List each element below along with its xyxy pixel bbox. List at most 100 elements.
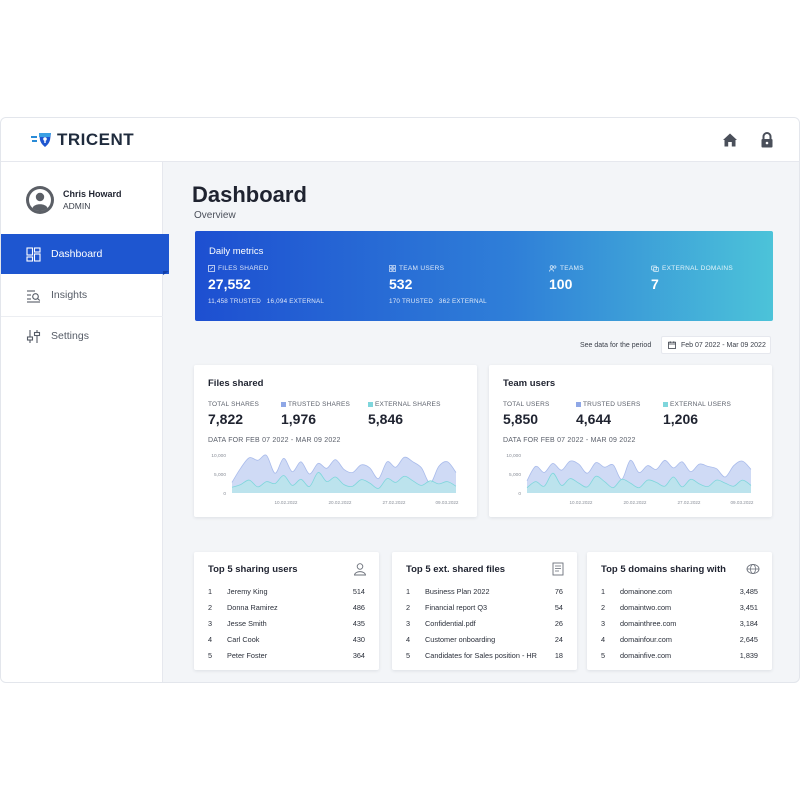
- brand-logo[interactable]: TRICENT: [31, 130, 134, 150]
- x-tick-label: 20.02.2022: [329, 500, 352, 505]
- stat-label: TOTAL USERS: [503, 401, 550, 408]
- stat-external-users: EXTERNAL USERS 1,206: [663, 401, 731, 427]
- team-users-card: Team users TOTAL USERS 5,850 TRUSTED USE…: [489, 365, 772, 517]
- y-tick-label: 5,000: [214, 472, 226, 478]
- stat-external-shares: EXTERNAL SHARES 5,846: [368, 401, 441, 427]
- list-item[interactable]: 3 Jesse Smith 435: [208, 619, 365, 629]
- top-bar: TRICENT: [1, 118, 799, 162]
- sidebar: Chris Howard ADMIN Dashboard Insights Se…: [1, 162, 169, 682]
- stat-label: TRUSTED USERS: [583, 401, 641, 408]
- data-range-caption: DATA FOR FEB 07 2022 - MAR 09 2022: [503, 437, 636, 444]
- user-name: Chris Howard: [63, 189, 122, 199]
- list-item[interactable]: 5 Candidates for Sales position - HR 18: [406, 651, 563, 661]
- globe-icon: [746, 564, 760, 574]
- nav-label-settings: Settings: [51, 330, 89, 342]
- list-item[interactable]: 4 Carl Cook 430: [208, 635, 365, 645]
- nav-active-tab-notch: [163, 271, 169, 275]
- metric-value: 27,552: [208, 276, 251, 292]
- dashboard-icon: [26, 246, 41, 262]
- stat-total-shares: TOTAL SHARES 7,822: [208, 401, 259, 427]
- tricent-shield-icon: [31, 133, 51, 147]
- brand-name: TRICENT: [57, 130, 135, 149]
- y-tick-label: 10,000: [211, 453, 226, 459]
- x-tick-label: 20.02.2022: [624, 500, 647, 505]
- legend-swatch-trusted: [281, 402, 286, 407]
- period-label: See data for the period: [580, 342, 652, 349]
- metric-value: 7: [651, 276, 659, 292]
- list-item[interactable]: 4 Customer onboarding 24: [406, 635, 563, 645]
- y-tick-label: 5,000: [509, 472, 521, 478]
- nav-label-dashboard: Dashboard: [51, 248, 103, 260]
- card-title: Team users: [503, 378, 556, 389]
- metric-label: TEAMS: [560, 265, 584, 272]
- list-item[interactable]: 5 Peter Foster 364: [208, 651, 365, 661]
- list-item[interactable]: 5 domainfive.com 1,839: [601, 651, 758, 661]
- metric-team-users: TEAM USERS 532 170 TRUSTED 362 EXTERNAL: [389, 265, 487, 305]
- x-tick-label: 09.03.2022: [731, 500, 754, 505]
- daily-metrics-title: Daily metrics: [209, 246, 264, 257]
- list-item[interactable]: 2 Financial report Q3 54: [406, 603, 563, 613]
- stat-value: 1,206: [663, 411, 699, 427]
- user-icon: [353, 563, 367, 576]
- x-tick-label: 27.02.2022: [678, 500, 701, 505]
- nav-label-insights: Insights: [51, 289, 88, 301]
- metric-value: 100: [549, 276, 573, 292]
- stat-trusted-shares: TRUSTED SHARES 1,976: [281, 401, 350, 427]
- x-tick-label: 10.02.2022: [570, 500, 593, 505]
- metric-teams: TEAMS 100: [549, 265, 584, 292]
- user-role: ADMIN: [63, 201, 91, 211]
- nav-item-dashboard[interactable]: Dashboard: [1, 234, 169, 274]
- list-item[interactable]: 1 Jeremy King 514: [208, 587, 365, 597]
- metric-sub: 11,458 TRUSTED 16,094 EXTERNAL: [208, 298, 325, 305]
- teams-icon: [549, 265, 557, 272]
- legend-swatch-trusted: [576, 402, 581, 407]
- stat-label: TOTAL SHARES: [208, 401, 260, 408]
- list-item[interactable]: 3 domainthree.com 3,184: [601, 619, 758, 629]
- card-title: Top 5 domains sharing with: [601, 564, 726, 575]
- user-profile[interactable]: Chris Howard ADMIN: [26, 186, 122, 214]
- stat-label: EXTERNAL USERS: [670, 401, 732, 408]
- lock-icon[interactable]: [757, 130, 777, 150]
- x-tick-label: 10.02.2022: [275, 500, 298, 505]
- document-icon: [552, 562, 564, 576]
- files-shared-card: Files shared TOTAL SHARES 7,822 TRUSTED …: [194, 365, 477, 517]
- page-subtitle: Overview: [194, 210, 236, 221]
- metric-external-domains: EXTERNAL DOMAINS 7: [651, 265, 733, 292]
- home-icon[interactable]: [720, 130, 740, 150]
- metric-label: FILES SHARED: [218, 265, 269, 272]
- date-range-picker[interactable]: Feb 07 2022 - Mar 09 2022: [661, 336, 771, 354]
- nav-item-settings[interactable]: Settings: [1, 316, 163, 356]
- settings-icon: [26, 329, 41, 343]
- stat-value: 5,846: [368, 411, 404, 427]
- card-title: Files shared: [208, 378, 264, 389]
- calendar-icon: [668, 341, 676, 349]
- list-item[interactable]: 1 domainone.com 3,485: [601, 587, 758, 597]
- list-item[interactable]: 2 Donna Ramirez 486: [208, 603, 365, 613]
- legend-swatch-external: [663, 402, 668, 407]
- list-item[interactable]: 3 Confidential.pdf 26: [406, 619, 563, 629]
- list-item[interactable]: 1 Business Plan 2022 76: [406, 587, 563, 597]
- metric-label: EXTERNAL DOMAINS: [662, 265, 734, 272]
- y-tick-label: 0: [518, 491, 521, 497]
- files-shared-chart: 10,000 5,000 0 10.02.2022 20.02.2022 27.02.20…: [211, 453, 459, 505]
- metric-sub: 170 TRUSTED 362 EXTERNAL: [389, 298, 487, 305]
- stat-label: EXTERNAL SHARES: [375, 401, 441, 408]
- top-domains-card: Top 5 domains sharing with 1 domainone.co…: [587, 552, 772, 670]
- x-tick-label: 09.03.2022: [436, 500, 459, 505]
- nav-item-insights[interactable]: Insights: [1, 275, 163, 315]
- y-tick-label: 0: [223, 491, 226, 497]
- stat-trusted-users: TRUSTED USERS 4,644: [576, 401, 641, 427]
- avatar: [26, 186, 54, 214]
- page-title: Dashboard: [192, 182, 307, 207]
- stat-total-users: TOTAL USERS 5,850: [503, 401, 550, 427]
- legend-swatch-external: [368, 402, 373, 407]
- stat-value: 1,976: [281, 411, 317, 427]
- team-users-chart: 10,000 5,000 0 10.02.2022 20.02.2022 27.02.20…: [506, 453, 754, 505]
- list-item[interactable]: 2 domaintwo.com 3,451: [601, 603, 758, 613]
- daily-metrics-banner: Daily metrics FILES SHARED 27,552 11,458…: [195, 231, 773, 321]
- user-avatar-icon: [29, 189, 51, 211]
- stat-value: 7,822: [208, 411, 244, 427]
- x-tick-label: 27.02.2022: [383, 500, 406, 505]
- list-item[interactable]: 4 domainfour.com 2,645: [601, 635, 758, 645]
- card-title: Top 5 ext. shared files: [406, 564, 506, 575]
